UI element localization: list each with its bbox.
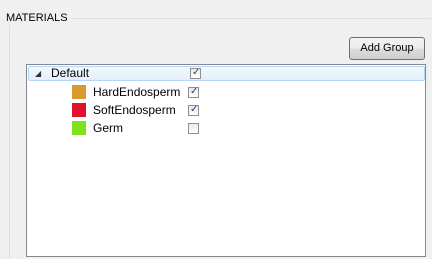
material-color-swatch [72,85,86,99]
material-label: HardEndosperm [93,85,181,99]
tree-root-label: Default [51,66,90,80]
tree-row-hardendosperm[interactable]: HardEndosperm ✓ [27,84,425,100]
hardendosperm-checkbox[interactable]: ✓ [188,86,199,98]
material-color-swatch [72,103,86,117]
tree-row-softendosperm[interactable]: SoftEndosperm ✓ [27,102,425,118]
check-icon: ✓ [192,67,201,78]
expand-collapse-icon[interactable]: ◢ [35,67,41,81]
germ-checkbox[interactable] [188,123,199,134]
tree-row-germ[interactable]: Germ [27,120,425,136]
default-checkbox[interactable]: ✓ [190,67,201,79]
materials-tree[interactable]: ◢ Default ✓ HardEndosperm ✓ SoftEndosper… [26,64,426,257]
check-icon: ✓ [190,104,199,115]
tree-row-default[interactable]: ◢ Default ✓ [28,66,425,81]
add-group-button[interactable]: Add Group [349,37,425,60]
material-label: SoftEndosperm [93,103,176,117]
materials-group-title: MATERIALS [6,11,71,25]
material-color-swatch [72,121,86,135]
check-icon: ✓ [190,86,199,97]
softendosperm-checkbox[interactable]: ✓ [188,104,199,116]
material-label: Germ [93,121,123,135]
